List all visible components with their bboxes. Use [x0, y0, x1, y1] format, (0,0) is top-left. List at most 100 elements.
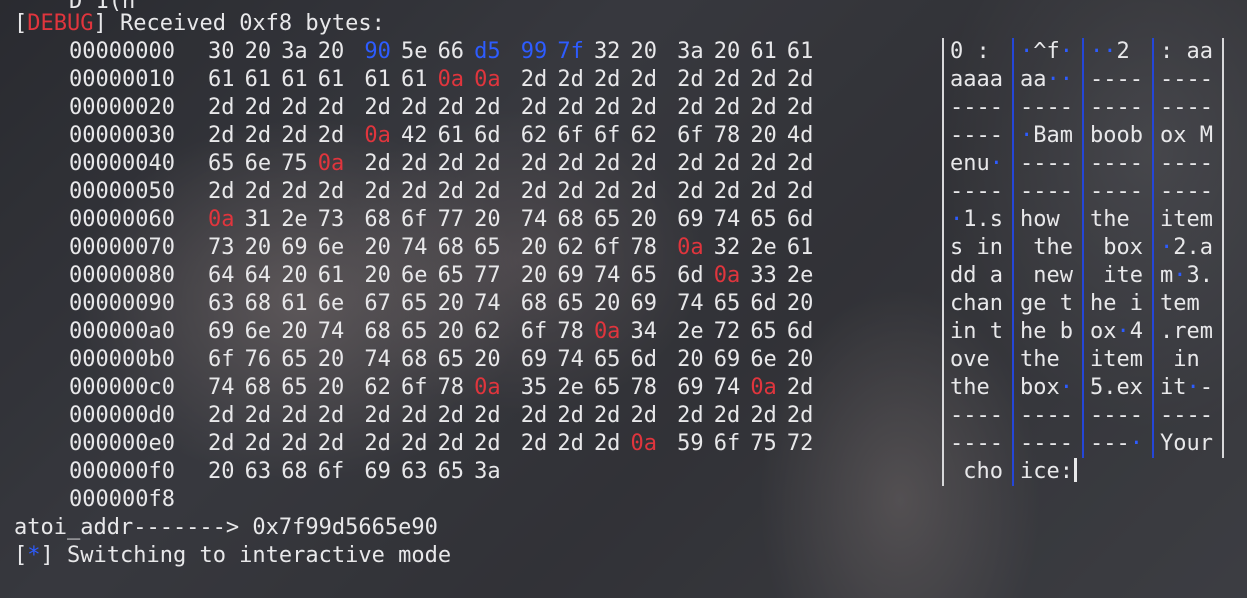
offset-label: 000000a0 — [69, 319, 175, 344]
ascii-chunk: ·Bam — [1020, 123, 1073, 148]
hex-byte: 6f — [593, 235, 621, 260]
hex-byte: 65 — [400, 291, 428, 316]
hex-byte: 74 — [677, 291, 704, 316]
ascii-chunk: ---- — [1090, 151, 1143, 176]
hex-byte: 62 — [520, 123, 548, 148]
hex-byte: 68 — [557, 207, 584, 232]
hex-byte: 61 — [244, 67, 272, 92]
hex-byte: 63 — [400, 459, 428, 484]
hex-byte: 2e — [557, 375, 584, 400]
hex-bytes: 0a 31 2e 73 68 6f 77 20 74 68 65 20 69 74 65 6d — [208, 206, 824, 234]
offset-label: 000000d0 — [69, 403, 175, 428]
ascii-separator-3 — [1152, 38, 1154, 458]
ascii-chunk: ---- — [1160, 67, 1213, 92]
terminal-window[interactable]: D 1(n [DEBUG] Received 0xf8 bytes: 00000… — [0, 0, 1247, 598]
hex-byte: 2e — [677, 319, 704, 344]
hex-byte: 6f — [317, 459, 345, 484]
offset-label: 000000c0 — [69, 375, 175, 400]
ascii-chunk: ---- — [1090, 403, 1143, 428]
hex-byte: 35 — [520, 375, 548, 400]
hex-byte: 68 — [437, 235, 465, 260]
hex-byte: 65 — [713, 291, 741, 316]
hex-byte: 64 — [244, 263, 272, 288]
hex-byte: 65 — [593, 375, 621, 400]
ascii-chunk: ge t — [1020, 291, 1073, 316]
hex-byte: 2d — [713, 179, 741, 204]
hex-byte: 6f — [557, 123, 584, 148]
hex-byte: 2d — [786, 179, 814, 204]
hex-byte: 2d — [630, 151, 658, 176]
hex-byte: 61 — [750, 39, 777, 64]
hex-byte: 62 — [630, 123, 658, 148]
offset-label: 00000020 — [69, 95, 175, 120]
ascii-chunk: chan — [950, 291, 1003, 316]
hex-byte: 74 — [593, 263, 621, 288]
hex-byte: 68 — [364, 319, 391, 344]
interactive-text: Switching to interactive mode — [67, 543, 452, 568]
hex-byte: 2d — [244, 403, 272, 428]
hex-byte: 6e — [400, 263, 428, 288]
ascii-chunk: ice: — [1020, 458, 1077, 486]
hex-byte: 32 — [713, 235, 741, 260]
hex-byte: 2d — [474, 151, 501, 176]
hex-byte: 20 — [437, 319, 465, 344]
hex-byte: 20 — [317, 39, 345, 64]
hex-byte: 99 — [520, 39, 548, 64]
ascii-chunk: tem — [1160, 291, 1200, 316]
hex-byte: 68 — [244, 291, 272, 316]
hex-byte: 2d — [208, 123, 235, 148]
hex-byte: 2d — [593, 179, 621, 204]
hex-byte: 65 — [630, 263, 658, 288]
hex-bytes: 20 63 68 6f 69 63 65 3a — [208, 458, 521, 486]
hex-byte: 20 — [281, 263, 308, 288]
hex-byte: 2d — [630, 403, 658, 428]
hex-byte: 2d — [364, 151, 391, 176]
hex-byte: 2d — [364, 179, 391, 204]
hex-byte: 65 — [437, 347, 465, 372]
hex-byte: 74 — [520, 207, 548, 232]
hex-byte: 2d — [677, 403, 704, 428]
hex-byte: 69 — [630, 291, 658, 316]
ascii-chunk: ---- — [1020, 151, 1073, 176]
hex-byte: 59 — [677, 431, 704, 456]
hex-byte: 2d — [317, 403, 345, 428]
ascii-chunk: the — [1090, 207, 1130, 232]
hex-byte: 2e — [786, 263, 814, 288]
hex-byte: 2d — [786, 375, 814, 400]
received-text: Received 0xf8 bytes: — [119, 11, 385, 36]
hex-byte: 2d — [593, 403, 621, 428]
offset-label: 000000f0 — [69, 459, 175, 484]
hex-byte: 2d — [474, 403, 501, 428]
hex-byte: 2d — [677, 95, 704, 120]
ascii-chunk: ---· — [1090, 431, 1143, 456]
hex-byte: d5 — [474, 39, 501, 64]
ascii-chunk: item — [1090, 347, 1143, 372]
hex-byte: 2d — [437, 403, 465, 428]
hex-bytes: 73 20 69 6e 20 74 68 65 20 62 6f 78 0a 32 2e 61 — [208, 234, 824, 262]
hex-byte: 2d — [520, 67, 548, 92]
ascii-chunk: ---- — [1020, 403, 1073, 428]
hex-byte: 32 — [593, 39, 621, 64]
ascii-chunk: ·2.a — [1160, 235, 1213, 260]
ascii-chunk: ·1.s — [950, 207, 1003, 232]
hex-byte: 2d — [750, 67, 777, 92]
hex-byte: 20 — [474, 207, 501, 232]
hex-byte: 61 — [364, 67, 391, 92]
hex-byte: 72 — [786, 431, 814, 456]
hex-byte: 2d — [520, 403, 548, 428]
hex-byte: 63 — [244, 459, 272, 484]
ascii-border-right — [1222, 38, 1224, 458]
hex-byte: 2d — [677, 151, 704, 176]
ascii-chunk: ---- — [1020, 179, 1073, 204]
hex-byte: 2d — [437, 151, 465, 176]
hex-byte: 74 — [400, 235, 428, 260]
ascii-chunk: ove — [950, 347, 990, 372]
hex-byte: 68 — [520, 291, 548, 316]
offset-label: 00000080 — [69, 263, 175, 288]
hex-byte: 3a — [474, 459, 501, 484]
hex-byte: 68 — [400, 347, 428, 372]
hex-byte: 68 — [364, 207, 391, 232]
ascii-chunk: .rem — [1160, 319, 1213, 344]
hex-byte: 65 — [437, 263, 465, 288]
hex-byte: 2d — [786, 403, 814, 428]
